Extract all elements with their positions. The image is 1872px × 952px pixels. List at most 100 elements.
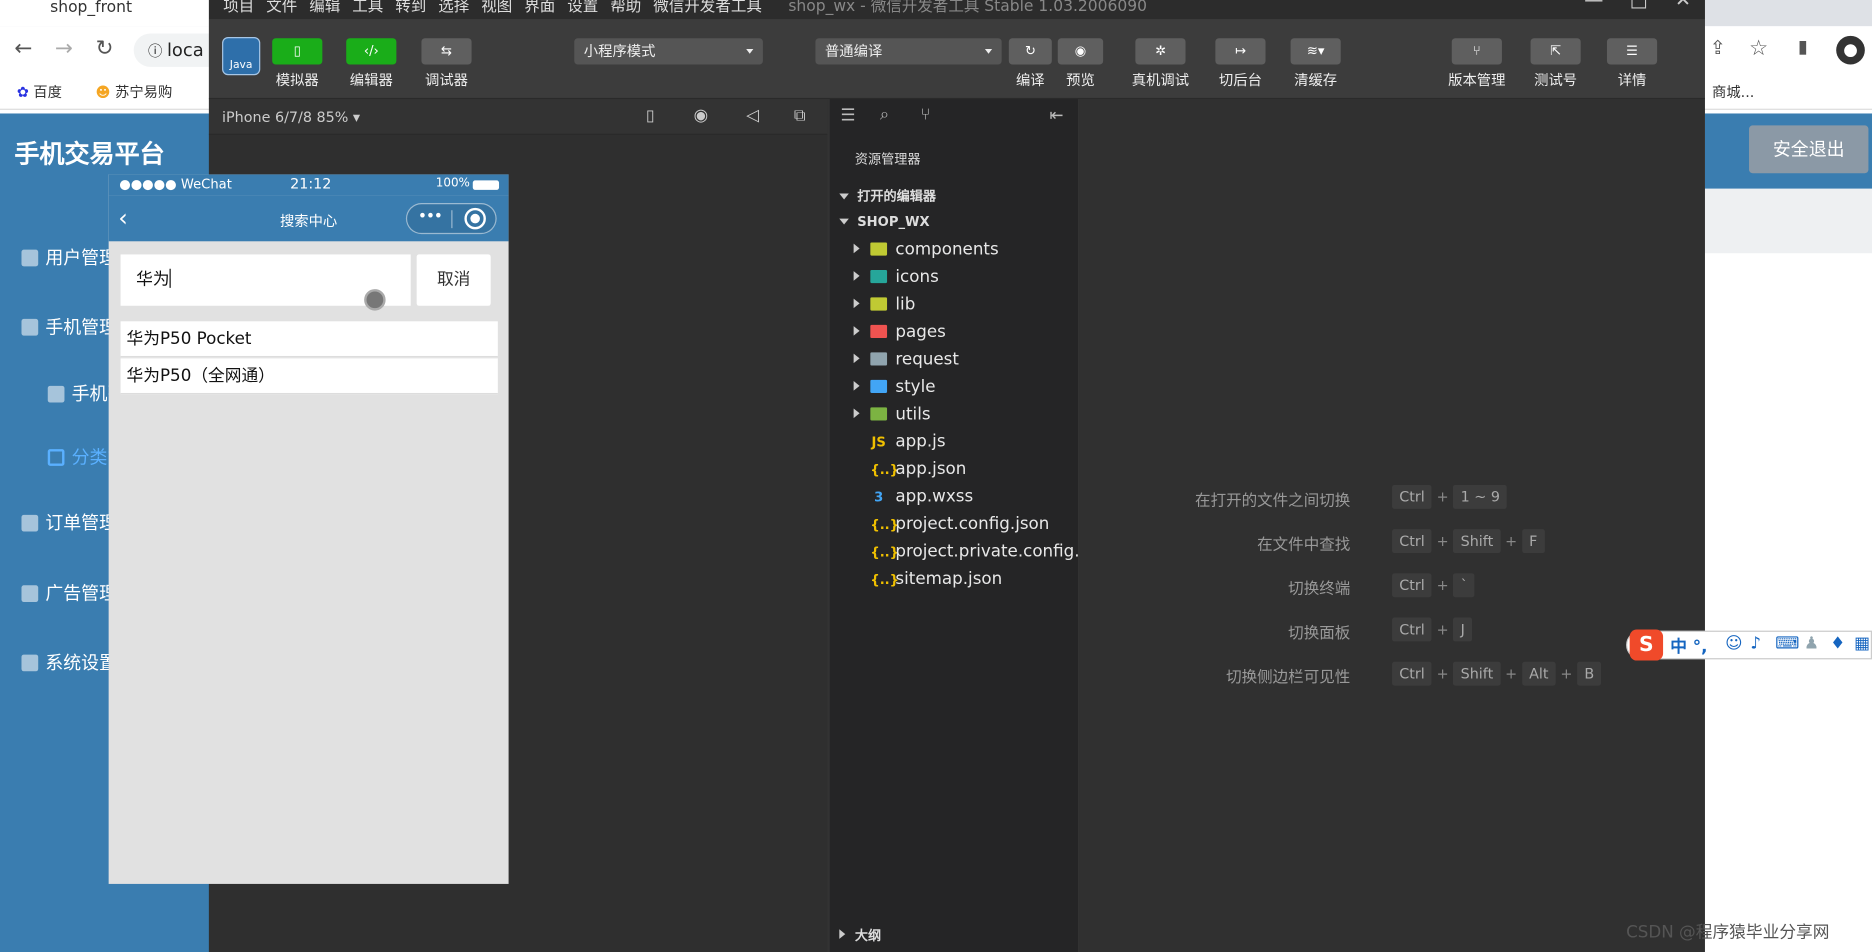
project-root[interactable]: SHOP_WX <box>839 214 929 230</box>
menu-tools[interactable]: 工具 <box>352 0 383 16</box>
file-app.js[interactable]: JS app.js <box>854 429 946 455</box>
browser-tab[interactable]: shop_front <box>0 0 211 27</box>
outline-section[interactable]: 大纲 <box>839 926 881 945</box>
menu-goto[interactable]: 转到 <box>395 0 426 16</box>
version-button[interactable]: ⑂ 版本管理 <box>1446 38 1508 89</box>
menu-select[interactable]: 选择 <box>438 0 469 16</box>
menu-devtools[interactable]: 微信开发者工具 <box>653 0 762 16</box>
mode-select[interactable]: 小程序模式 <box>574 38 763 65</box>
user-ime-icon[interactable]: ♟ <box>1804 634 1819 653</box>
menu-help[interactable]: 帮助 <box>610 0 641 16</box>
admin-header: 安全退出 <box>1704 113 1872 189</box>
folder-utils[interactable]: utils <box>854 401 931 427</box>
star-icon[interactable]: ☆ <box>1749 36 1768 61</box>
folder-lib[interactable]: lib <box>854 291 915 317</box>
forward-icon[interactable]: → <box>55 36 73 61</box>
shortcut-label: 在文件中查找 <box>1257 536 1351 555</box>
menu-label: 用户管理 <box>45 247 118 269</box>
folder-request[interactable]: request <box>854 346 959 372</box>
menu-item-phones[interactable]: 手机管理 <box>21 314 117 339</box>
folder-icons[interactable]: icons <box>854 264 939 290</box>
menu-item-settings[interactable]: 系统设置 <box>21 650 117 675</box>
menu-item-ads[interactable]: 广告管理 <box>21 581 117 606</box>
clear-cache-label: 清缓存 <box>1294 71 1338 89</box>
maximize-icon[interactable]: □ <box>1630 0 1648 9</box>
file-name: app.js <box>895 432 946 452</box>
device-select[interactable]: iPhone 6/7/8 85% ▾ <box>222 109 360 126</box>
simulator-button[interactable]: ▯ 模拟器 <box>272 38 323 89</box>
files-icon[interactable]: ☰ <box>840 106 855 125</box>
bookmark-mall[interactable]: 商城... <box>1712 81 1754 101</box>
folder-pages[interactable]: pages <box>854 319 946 345</box>
open-editors-section[interactable]: 打开的编辑器 <box>839 186 936 205</box>
menu-file[interactable]: 文件 <box>266 0 297 16</box>
popout-icon[interactable]: ⧉ <box>794 106 806 125</box>
sogou-logo-icon[interactable]: S <box>1629 629 1664 661</box>
ime-mode-text[interactable]: 中 °, <box>1670 634 1707 658</box>
chevron-right-icon <box>854 346 866 372</box>
url-field[interactable]: ⓘ loca <box>133 33 213 67</box>
capsule-close-icon[interactable] <box>464 207 486 230</box>
backend-button[interactable]: ↦ 切后台 <box>1214 38 1267 89</box>
file-project.config.json[interactable]: {..}project.config.json <box>854 511 1049 537</box>
search-result-item[interactable]: 华为P50 Pocket <box>120 321 498 358</box>
menu-item-users[interactable]: 用户管理 <box>21 245 117 270</box>
compile-select[interactable]: 普通编译 <box>815 38 1002 65</box>
share-icon[interactable]: ⇪ <box>1710 36 1726 59</box>
more-dots-icon[interactable]: ••• <box>418 208 443 226</box>
collapse-panel-icon[interactable]: ⇤ <box>1049 106 1063 125</box>
details-button[interactable]: ☰ 详情 <box>1606 38 1659 89</box>
source-control-icon[interactable]: ⑂ <box>920 105 930 124</box>
file-type-icon: {..} <box>870 517 900 533</box>
file-project.private.config...[interactable]: {..}project.private.config... <box>854 539 1090 565</box>
skin-icon[interactable]: ♦ <box>1830 634 1845 653</box>
real-debug-button[interactable]: ✲ 真机调试 <box>1128 38 1192 89</box>
close-icon[interactable]: ✕ <box>1675 0 1691 9</box>
explorer-panel: ☰ ⌕ ⑂ ⇤ 资源管理器 打开的编辑器 SHOP_WX components i… <box>829 99 1090 952</box>
keyboard-icon[interactable]: ⌨ <box>1775 634 1799 653</box>
minimize-icon[interactable]: — <box>1584 0 1603 9</box>
chevron-right-icon <box>854 374 866 400</box>
capsule-menu: ••• <box>405 203 497 235</box>
search-input[interactable]: 华为 <box>120 254 411 311</box>
profile-avatar[interactable]: ● <box>1836 35 1865 65</box>
emoji-icon[interactable]: ☺ <box>1725 634 1742 653</box>
sound-icon[interactable]: ◁ <box>746 106 759 125</box>
record-icon[interactable]: ◉ <box>694 106 709 125</box>
sidebar-panel-icon[interactable]: ▮ <box>1798 36 1808 58</box>
preview-button[interactable]: ◉ 预览 <box>1055 38 1105 89</box>
debugger-button[interactable]: ⇆ 调试器 <box>421 38 472 89</box>
menu-view[interactable]: 视图 <box>481 0 512 16</box>
microphone-icon[interactable]: ♪ <box>1750 634 1761 653</box>
compile-button[interactable]: ↻ 编译 <box>1005 38 1055 89</box>
capsule-divider <box>451 210 453 229</box>
cancel-button[interactable]: 取消 <box>416 254 491 306</box>
search-icon[interactable]: ⌕ <box>880 105 889 124</box>
devtools-menubar: 项目 文件 编辑 工具 转到 选择 视图 界面 设置 帮助 微信开发者工具 shop_wx - 微信… <box>208 0 1705 20</box>
clear-cache-button[interactable]: ≋▾ 清缓存 <box>1289 38 1342 89</box>
reload-icon[interactable]: ↻ <box>96 36 114 61</box>
simulator-subbar: iPhone 6/7/8 85% ▾ ▯ ◉ ◁ ⧉ <box>208 99 828 135</box>
search-result-item[interactable]: 华为P50（全网通） <box>120 358 498 395</box>
back-icon[interactable]: ← <box>14 36 32 61</box>
menu-project[interactable]: 项目 <box>223 0 254 16</box>
menu-ui[interactable]: 界面 <box>524 0 555 16</box>
rotate-phone-icon[interactable]: ▯ <box>646 108 655 126</box>
key-cap: Ctrl <box>1392 661 1432 686</box>
file-app.wxss[interactable]: 3 app.wxss <box>854 484 973 510</box>
file-app.json[interactable]: {..}app.json <box>854 456 966 482</box>
toolbox-icon[interactable]: ▦ <box>1854 634 1870 653</box>
folder-components[interactable]: components <box>854 237 999 263</box>
bookmark-baidu[interactable]: ✿ 百度 <box>17 81 62 101</box>
menu-edit[interactable]: 编辑 <box>309 0 340 16</box>
test-id-button[interactable]: ⇱ 测试号 <box>1529 38 1582 89</box>
file-sitemap.json[interactable]: {..}sitemap.json <box>854 566 1002 592</box>
bookmark-suning[interactable]: ☻ 苏宁易购 <box>96 81 173 101</box>
editor-button[interactable]: ‹/› 编辑器 <box>346 38 397 89</box>
key-cap: Ctrl <box>1392 484 1432 509</box>
menu-item-orders[interactable]: 订单管理 <box>21 510 117 535</box>
menu-lines-icon: ☰ <box>1606 38 1658 65</box>
menu-settings[interactable]: 设置 <box>567 0 598 16</box>
folder-style[interactable]: style <box>854 374 935 400</box>
logout-button[interactable]: 安全退出 <box>1749 125 1869 174</box>
